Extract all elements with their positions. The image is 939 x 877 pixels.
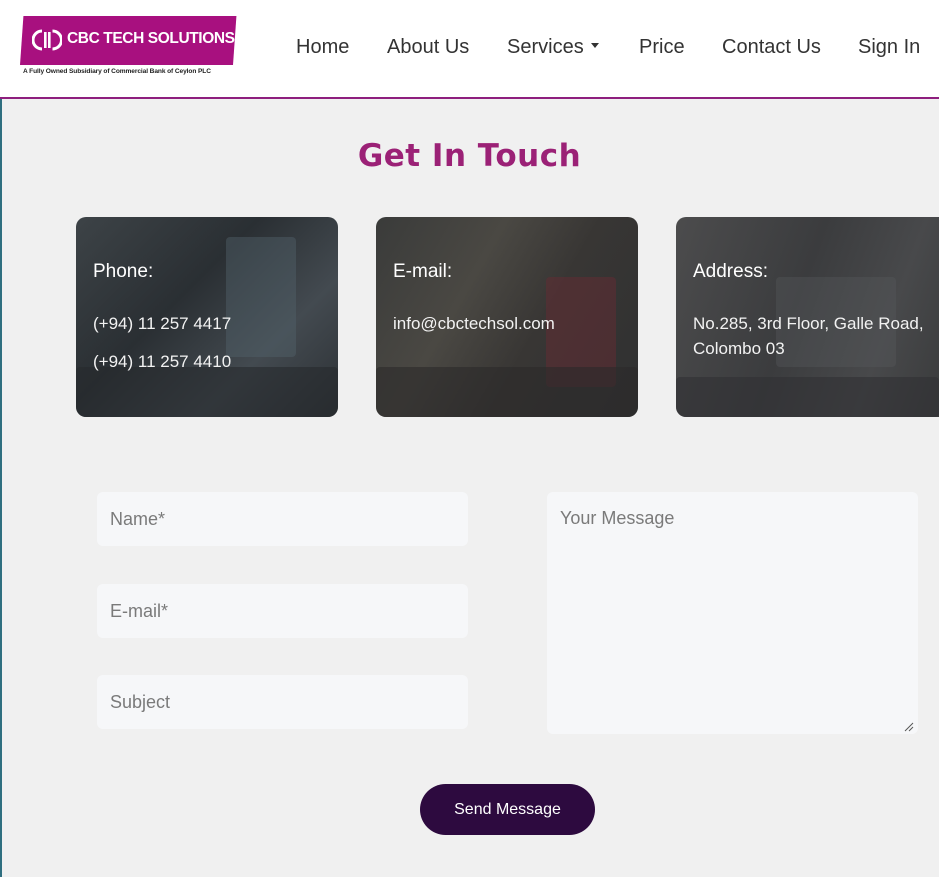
caret-down-icon bbox=[590, 43, 599, 49]
address-heading: Address: bbox=[693, 261, 768, 282]
email-address[interactable]: info@cbctechsol.com bbox=[393, 311, 555, 336]
phone-heading: Phone: bbox=[93, 261, 154, 282]
subject-input[interactable] bbox=[97, 675, 468, 729]
office-photo-detail bbox=[676, 377, 939, 417]
email-card: E-mail: info@cbctechsol.com bbox=[376, 217, 638, 417]
office-photo-detail bbox=[376, 367, 638, 417]
nav-home[interactable]: Home bbox=[296, 36, 349, 59]
company-logo[interactable]: CBC TECH SOLUTIONS A Fully Owned Subsidi… bbox=[20, 16, 237, 80]
phone-number-2[interactable]: (+94) 11 257 4410 bbox=[93, 349, 231, 374]
logo-tagline: A Fully Owned Subsidiary of Commercial B… bbox=[23, 68, 211, 75]
site-header: CBC TECH SOLUTIONS A Fully Owned Subsidi… bbox=[0, 0, 939, 99]
nav-services-label: Services bbox=[507, 36, 584, 58]
phone-number-1[interactable]: (+94) 11 257 4417 bbox=[93, 311, 231, 336]
page-title: Get In Touch bbox=[357, 138, 582, 174]
logo-name: CBC TECH SOLUTIONS bbox=[67, 30, 235, 47]
name-input[interactable] bbox=[97, 492, 468, 546]
send-message-button[interactable]: Send Message bbox=[420, 784, 595, 835]
office-photo bbox=[226, 237, 296, 357]
nav-price[interactable]: Price bbox=[639, 36, 685, 59]
phone-card: Phone: (+94) 11 257 4417 (+94) 11 257 44… bbox=[76, 217, 338, 417]
email-input[interactable] bbox=[97, 584, 468, 638]
page-edge-line bbox=[0, 98, 2, 877]
address-card: Address: No.285, 3rd Floor, Galle Road, … bbox=[676, 217, 939, 417]
nav-contact-us[interactable]: Contact Us bbox=[722, 36, 821, 59]
nav-sign-in[interactable]: Sign In bbox=[858, 36, 920, 59]
address-line-2: Colombo 03 bbox=[693, 339, 785, 358]
resize-handle-icon[interactable] bbox=[904, 722, 914, 732]
nav-services[interactable]: Services bbox=[507, 36, 599, 59]
logo-mark-icon bbox=[32, 29, 62, 51]
nav-about-us[interactable]: About Us bbox=[387, 36, 469, 59]
message-textarea[interactable] bbox=[547, 492, 918, 734]
email-heading: E-mail: bbox=[393, 261, 453, 282]
address-line-1: No.285, 3rd Floor, Galle Road, bbox=[693, 314, 924, 333]
office-photo-detail bbox=[76, 367, 338, 417]
